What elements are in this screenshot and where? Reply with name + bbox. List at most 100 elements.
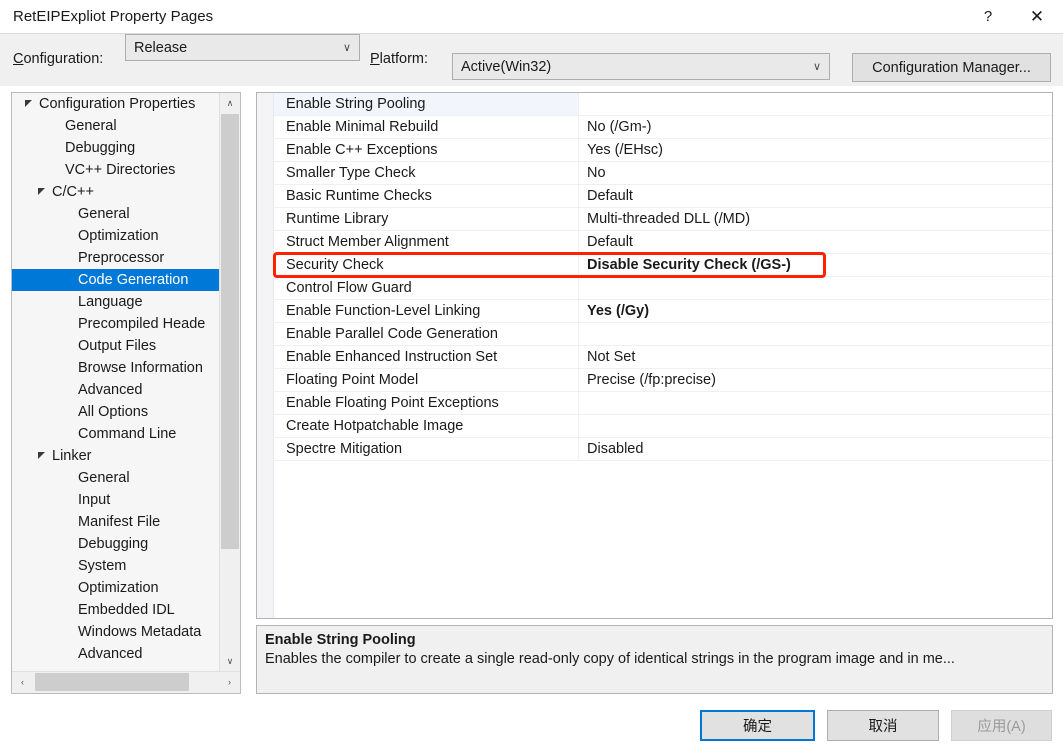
property-value[interactable] xyxy=(579,392,1052,414)
platform-dropdown[interactable]: Active(Win32) ∨ xyxy=(452,53,830,80)
help-icon[interactable]: ? xyxy=(965,0,1011,33)
tree-item-vc-directories[interactable]: VC++ Directories xyxy=(12,159,220,181)
property-row[interactable]: Basic Runtime Checks Default xyxy=(274,185,1052,208)
property-row[interactable]: Enable Parallel Code Generation xyxy=(274,323,1052,346)
property-value[interactable]: No xyxy=(579,162,1052,184)
property-value[interactable]: No (/Gm-) xyxy=(579,116,1052,138)
property-value[interactable] xyxy=(579,93,1052,115)
property-value[interactable]: Disabled xyxy=(579,438,1052,460)
property-name: Struct Member Alignment xyxy=(274,231,579,253)
dialog-footer: 确定 取消 应用(A) xyxy=(0,700,1063,750)
tree-item-c-c[interactable]: C/C++ xyxy=(12,181,220,203)
property-row[interactable]: Enable Floating Point Exceptions xyxy=(274,392,1052,415)
cancel-button[interactable]: 取消 xyxy=(827,710,939,741)
property-value[interactable]: Default xyxy=(579,231,1052,253)
tree-item-input[interactable]: Input xyxy=(12,489,220,511)
tree-horizontal-scrollbar[interactable]: ‹ › xyxy=(12,671,240,693)
property-row[interactable]: Spectre Mitigation Disabled xyxy=(274,438,1052,461)
property-value[interactable] xyxy=(579,277,1052,299)
scroll-right-icon[interactable]: › xyxy=(219,672,240,692)
tree-item-language[interactable]: Language xyxy=(12,291,220,313)
property-name: Enable Parallel Code Generation xyxy=(274,323,579,345)
tree-item-optimization[interactable]: Optimization xyxy=(12,225,220,247)
close-icon[interactable]: ✕ xyxy=(1011,0,1063,33)
property-row[interactable]: Runtime Library Multi-threaded DLL (/MD) xyxy=(274,208,1052,231)
expand-triangle-icon[interactable] xyxy=(22,100,35,108)
property-row[interactable]: Enable Function-Level Linking Yes (/Gy) xyxy=(274,300,1052,323)
tree-item-general[interactable]: General xyxy=(12,115,220,137)
tree-item-manifest-file[interactable]: Manifest File xyxy=(12,511,220,533)
tree-item-label: Advanced xyxy=(78,382,143,398)
tree-item-windows-metadata[interactable]: Windows Metadata xyxy=(12,621,220,643)
ok-button-label: 确定 xyxy=(743,719,772,735)
tree-item-debugging[interactable]: Debugging xyxy=(12,137,220,159)
ok-button[interactable]: 确定 xyxy=(700,710,815,741)
tree-item-system[interactable]: System xyxy=(12,555,220,577)
tree-item-preprocessor[interactable]: Preprocessor xyxy=(12,247,220,269)
tree-item-label: Command Line xyxy=(78,426,177,442)
tree-item-code-generation[interactable]: Code Generation xyxy=(12,269,220,291)
property-value[interactable]: Multi-threaded DLL (/MD) xyxy=(579,208,1052,230)
property-row[interactable]: Security Check Disable Security Check (/G… xyxy=(274,254,1052,277)
property-row[interactable]: Struct Member Alignment Default xyxy=(274,231,1052,254)
property-row[interactable]: Control Flow Guard xyxy=(274,277,1052,300)
property-value[interactable]: Yes (/Gy) xyxy=(579,300,1052,322)
tree-vertical-scroll-thumb[interactable] xyxy=(221,114,239,549)
tree-item-advanced[interactable]: Advanced xyxy=(12,643,220,665)
property-value[interactable]: Yes (/EHsc) xyxy=(579,139,1052,161)
property-value[interactable]: Not Set xyxy=(579,346,1052,368)
property-grid-rows[interactable]: Enable String Pooling Enable Minimal Rebu… xyxy=(274,93,1052,461)
tree-item-label: Optimization xyxy=(78,228,159,244)
tree-item-all-options[interactable]: All Options xyxy=(12,401,220,423)
property-row[interactable]: Smaller Type Check No xyxy=(274,162,1052,185)
tree-item-output-files[interactable]: Output Files xyxy=(12,335,220,357)
platform-label: Platform: xyxy=(370,51,429,67)
tree-horizontal-scroll-thumb[interactable] xyxy=(35,673,189,691)
window-title: RetEIPExpliot Property Pages xyxy=(13,8,214,25)
property-value[interactable] xyxy=(579,323,1052,345)
expand-triangle-icon[interactable] xyxy=(35,188,48,196)
tree-item-command-line[interactable]: Command Line xyxy=(12,423,220,445)
configuration-tree[interactable]: Configuration Properties General Debugging… xyxy=(12,93,220,671)
scroll-up-icon[interactable]: ∧ xyxy=(220,93,240,113)
property-row[interactable]: Enable C++ Exceptions Yes (/EHsc) xyxy=(274,139,1052,162)
property-row[interactable]: Floating Point Model Precise (/fp:precise… xyxy=(274,369,1052,392)
tree-item-advanced[interactable]: Advanced xyxy=(12,379,220,401)
tree-item-label: Advanced xyxy=(78,646,143,662)
scroll-left-icon[interactable]: ‹ xyxy=(12,672,33,692)
scroll-down-icon[interactable]: ∨ xyxy=(220,651,240,671)
tree-item-label: Embedded IDL xyxy=(78,602,175,618)
property-row[interactable]: Enable Enhanced Instruction Set Not Set xyxy=(274,346,1052,369)
property-value[interactable]: Precise (/fp:precise) xyxy=(579,369,1052,391)
tree-item-label: General xyxy=(65,118,117,134)
configuration-manager-button[interactable]: Configuration Manager... xyxy=(852,53,1051,82)
tree-item-optimization[interactable]: Optimization xyxy=(12,577,220,599)
property-row[interactable]: Enable Minimal Rebuild No (/Gm-) xyxy=(274,116,1052,139)
property-value[interactable]: Disable Security Check (/GS-) xyxy=(579,254,1052,276)
cancel-button-label: 取消 xyxy=(868,719,898,735)
tree-item-precompiled-heade[interactable]: Precompiled Heade xyxy=(12,313,220,335)
title-bar: RetEIPExpliot Property Pages ? ✕ xyxy=(0,0,1063,33)
configuration-dropdown[interactable]: Release ∨ xyxy=(125,34,360,61)
tree-item-embedded-idl[interactable]: Embedded IDL xyxy=(12,599,220,621)
tree-item-label: Input xyxy=(78,492,111,508)
property-name: Enable C++ Exceptions xyxy=(274,139,579,161)
tree-item-label: System xyxy=(78,558,127,574)
property-name: Runtime Library xyxy=(274,208,579,230)
property-value[interactable]: Default xyxy=(579,185,1052,207)
property-value[interactable] xyxy=(579,415,1052,437)
tree-item-debugging[interactable]: Debugging xyxy=(12,533,220,555)
property-row[interactable]: Enable String Pooling xyxy=(274,93,1052,116)
configuration-bar: Configuration: Release ∨ Platform: Activ… xyxy=(0,33,1063,86)
tree-item-label: VC++ Directories xyxy=(65,162,176,178)
expand-triangle-icon[interactable] xyxy=(35,452,48,460)
tree-item-general[interactable]: General xyxy=(12,467,220,489)
configuration-value: Release xyxy=(134,39,188,56)
tree-item-linker[interactable]: Linker xyxy=(12,445,220,467)
apply-button[interactable]: 应用(A) xyxy=(951,710,1052,741)
tree-item-browse-information[interactable]: Browse Information xyxy=(12,357,220,379)
tree-vertical-scrollbar[interactable]: ∧ ∨ xyxy=(219,93,240,671)
tree-item-configuration-properties[interactable]: Configuration Properties xyxy=(12,93,220,115)
property-row[interactable]: Create Hotpatchable Image xyxy=(274,415,1052,438)
tree-item-general[interactable]: General xyxy=(12,203,220,225)
